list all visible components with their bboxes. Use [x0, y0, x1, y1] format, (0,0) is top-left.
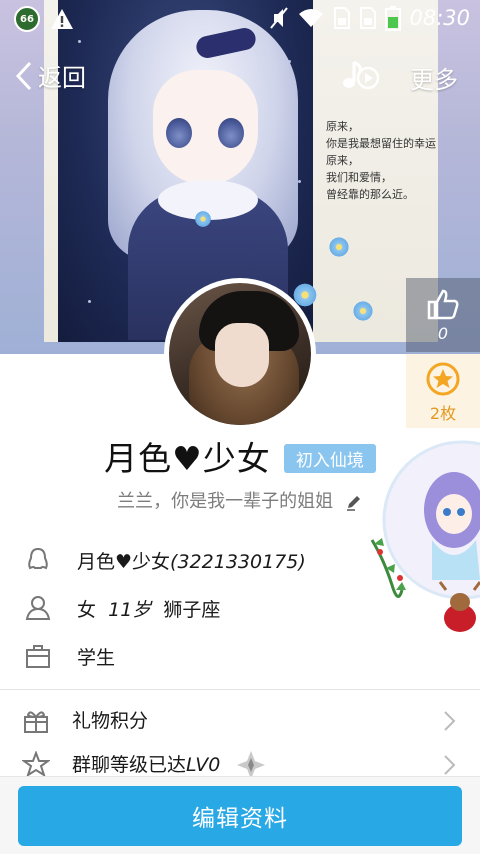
nav-bar: 返回 更多	[0, 52, 480, 100]
pencil-icon[interactable]	[345, 493, 363, 511]
flower-icon	[328, 236, 350, 258]
poem-line: 原来，	[326, 120, 359, 133]
flower-icon	[194, 210, 212, 228]
warning-icon	[51, 9, 73, 29]
pendant-decoration[interactable]	[362, 440, 480, 640]
group-level-label: 群聊等级已达LV0	[72, 750, 220, 777]
sim-card-icon	[334, 7, 351, 29]
group-level-value: LV0	[186, 754, 221, 776]
battery-badge: 66	[14, 6, 40, 32]
music-note-icon	[343, 60, 380, 90]
gender: 女	[77, 598, 97, 621]
status-bar: 66 08:30	[0, 0, 480, 38]
gift-icon	[24, 711, 48, 733]
personal-row: 女 11岁 狮子座	[0, 586, 360, 630]
account-row: 月色♥少女(3221330175)	[0, 538, 360, 582]
chevron-right-icon	[444, 711, 456, 731]
poem-line: 原来，	[326, 154, 359, 167]
like-count: 0	[437, 324, 449, 343]
coin-button[interactable]: 2枚	[406, 354, 480, 428]
gift-points-label: 礼物积分	[72, 710, 149, 732]
back-label: 返回	[38, 64, 86, 92]
star-badge-icon	[22, 751, 50, 778]
thumbs-up-icon	[427, 289, 459, 320]
occupation-row: 学生	[0, 634, 360, 678]
flower-icon	[352, 300, 374, 322]
back-button[interactable]: 返回	[14, 58, 86, 93]
age: 11岁	[108, 598, 152, 621]
status-time: 08:30	[409, 6, 470, 30]
zodiac: 狮子座	[163, 598, 221, 621]
group-level-prefix: 群聊等级已达	[72, 754, 187, 776]
chevron-left-icon	[15, 61, 32, 90]
avatar[interactable]	[164, 278, 316, 430]
occupation: 学生	[77, 646, 116, 669]
account-id: (3221330175)	[170, 550, 306, 573]
wifi-icon	[299, 9, 324, 27]
sim-card-icon	[360, 7, 377, 29]
person-icon	[25, 596, 51, 620]
coin-count: 2枚	[429, 404, 457, 423]
account-name: 月色♥少女	[77, 550, 171, 573]
penguin-icon	[28, 547, 48, 570]
edit-profile-button[interactable]: 编辑资料	[18, 786, 462, 846]
gift-points-row[interactable]: 礼物积分	[0, 698, 480, 742]
poem-line: 我们和爱情，	[326, 171, 392, 184]
more-button[interactable]: 更多	[410, 60, 458, 95]
divider	[0, 689, 480, 690]
star-coin-icon	[426, 362, 460, 396]
bottom-bar: 编辑资料	[0, 776, 480, 854]
battery-icon	[385, 6, 402, 31]
signature-text: 兰兰，你是我一辈子的姐姐	[117, 491, 334, 512]
chevron-right-icon	[444, 755, 456, 775]
account-text: 月色♥少女(3221330175)	[77, 547, 306, 574]
like-button[interactable]: 0	[406, 278, 480, 352]
cover-poem: 原来， 你是我最想留住的幸运！ 原来， 我们和爱情， 曾经靠的那么近。	[326, 118, 438, 203]
music-button[interactable]	[340, 58, 380, 94]
poem-line: 曾经靠的那么近。	[326, 188, 414, 201]
mute-icon	[270, 7, 289, 29]
poem-line: 你是我最想留住的幸运！	[326, 137, 438, 150]
briefcase-icon	[26, 645, 50, 668]
nickname: 月色♥少女	[104, 439, 271, 478]
